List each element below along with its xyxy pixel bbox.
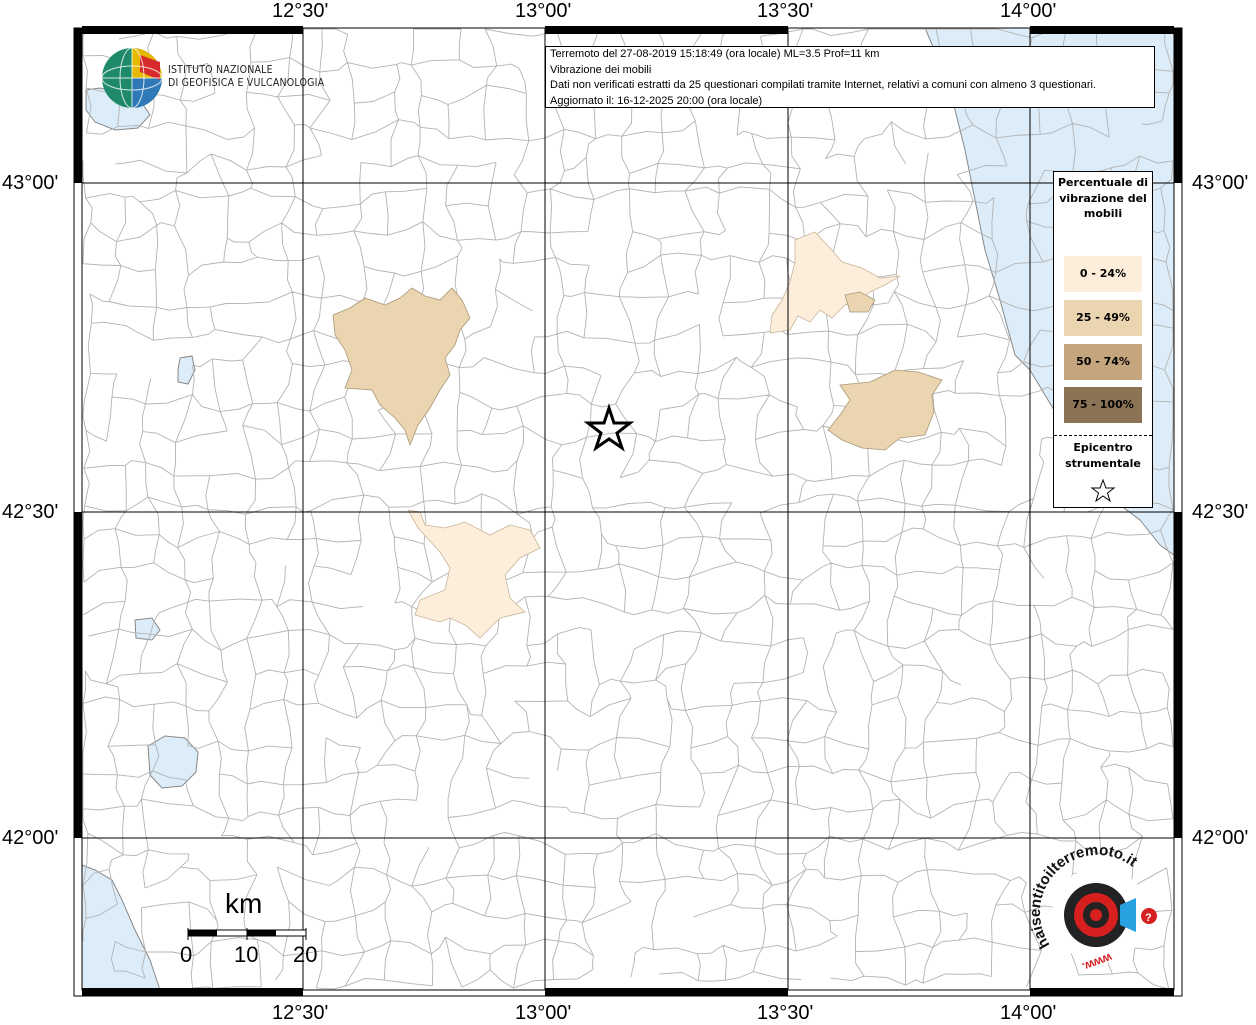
event-info-box: Terremoto del 27-08-2019 15:18:49 (ora l…	[545, 46, 1155, 108]
legend-class-label: 0 - 24%	[1079, 267, 1127, 280]
axis-top-label: 12°30'	[272, 0, 329, 22]
event-subject: Vibrazione dei mobili	[550, 63, 652, 76]
axis-bottom-label: 14°00'	[1000, 1002, 1057, 1024]
epicenter-star-icon	[583, 403, 635, 452]
felt-area-camerino	[769, 231, 901, 334]
legend-class-label: 75 - 100%	[1072, 398, 1134, 411]
axis-right-label: 42°30'	[1192, 501, 1249, 523]
logo-line: DI GEOFISICA E VULCANOLOGIA	[168, 77, 325, 89]
axis-top-label: 13°30'	[757, 0, 814, 22]
axis-left-label: 42°30'	[2, 501, 59, 523]
legend-class: 75 - 100%	[1064, 387, 1142, 423]
legend-class-label: 50 - 74%	[1076, 355, 1130, 368]
lake-vico	[134, 617, 161, 641]
legend-divider	[1054, 435, 1152, 436]
scale-bar	[187, 928, 307, 940]
scale-tick: 10	[234, 942, 259, 967]
axis-bottom-label: 13°00'	[515, 1002, 572, 1024]
legend: Percentuale di vibrazione del mobili 0 -…	[1053, 171, 1153, 508]
legend-epicenter-label: Epicentro strumentale	[1065, 441, 1141, 470]
haisentito-badge-icon: ? haisentitoilterremoto.it www.	[1027, 842, 1157, 974]
intensity-map: ? haisentitoilterremoto.it www.	[73, 26, 1183, 997]
event-note: Dati non verificati estratti da 25 quest…	[550, 79, 1096, 91]
event-header: Terremoto del 27-08-2019 15:18:49 (ora l…	[550, 48, 880, 60]
axis-top-label: 14°00'	[1000, 0, 1057, 22]
scale-tick: 20	[293, 942, 318, 967]
lake-piediluco	[177, 355, 196, 385]
axis-right-label: 42°00'	[1192, 827, 1249, 849]
ingv-logo-icon	[101, 47, 163, 109]
axis-bottom-label: 13°30'	[757, 1002, 814, 1024]
legend-star-icon	[1090, 478, 1116, 502]
logo-line: ISTITUTO NAZIONALE	[168, 64, 273, 76]
legend-class: 50 - 74%	[1064, 344, 1142, 380]
felt-area-small	[844, 291, 876, 313]
scale-tick: 0	[180, 942, 193, 967]
legend-class-label: 25 - 49%	[1076, 311, 1130, 324]
scale-unit: km	[225, 888, 263, 919]
axis-top-label: 13°00'	[515, 0, 572, 22]
axis-left-label: 43°00'	[2, 172, 59, 194]
event-updated: Aggiornato il: 16-12-2025 20:00 (ora loc…	[550, 94, 763, 107]
axis-bottom-label: 12°30'	[272, 1002, 329, 1024]
legend-title: Percentuale di vibrazione del mobili	[1058, 176, 1148, 220]
ingv-logo-text: ISTITUTO NAZIONALE DI GEOFISICA E VULCAN…	[168, 64, 324, 90]
axis-left-label: 42°00'	[2, 827, 59, 849]
svg-text:?: ?	[1145, 912, 1152, 924]
felt-area-norcia	[332, 287, 471, 447]
legend-class: 25 - 49%	[1064, 300, 1142, 336]
legend-class: 0 - 24%	[1064, 256, 1142, 292]
axis-right-label: 43°00'	[1192, 172, 1249, 194]
